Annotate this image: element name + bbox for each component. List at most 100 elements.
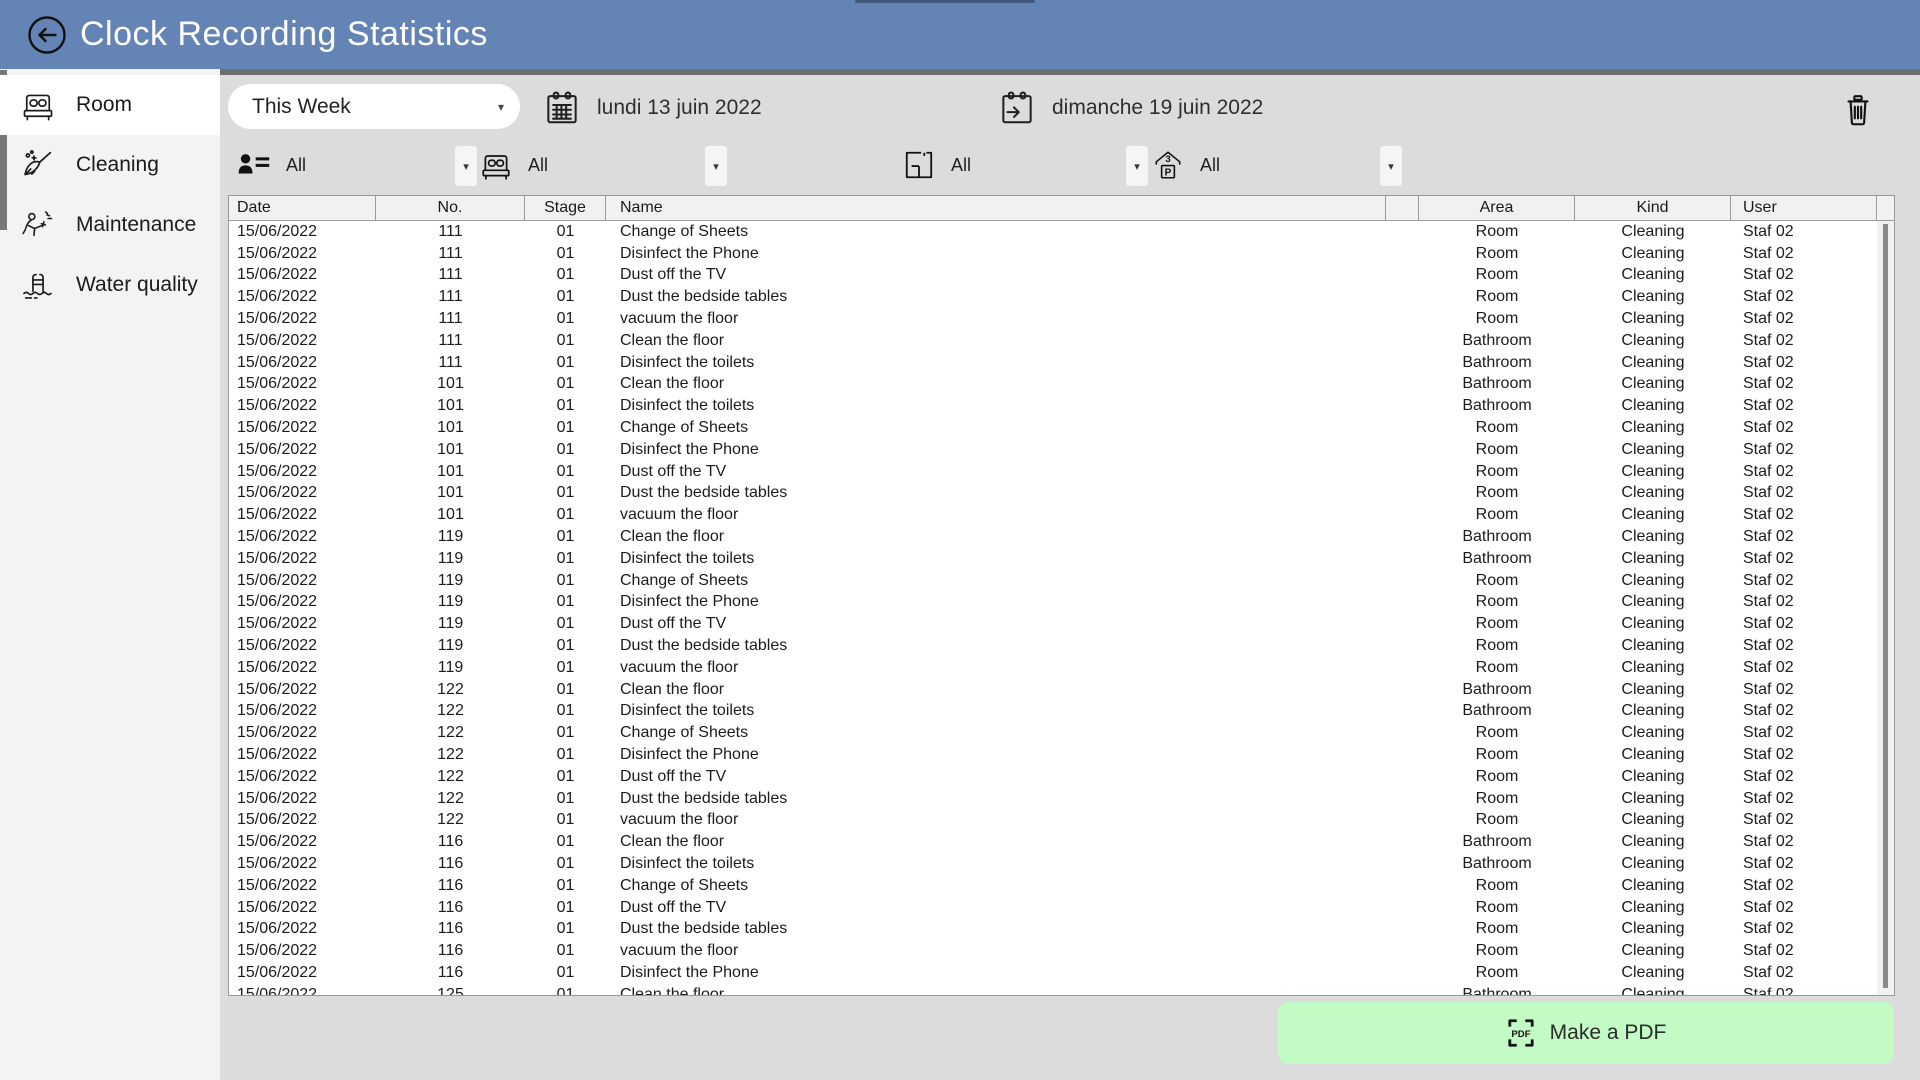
sidebar-item-room[interactable]: Room	[0, 75, 220, 135]
table-row[interactable]: 15/06/202212501Clean the floorBathroomCl…	[229, 984, 1894, 995]
table-row[interactable]: 15/06/202211901Dust the bedside tablesRo…	[229, 635, 1894, 657]
table-row[interactable]: 15/06/202211901vacuum the floorRoomClean…	[229, 657, 1894, 679]
table-row[interactable]: 15/06/202212201Dust the bedside tablesRo…	[229, 788, 1894, 810]
area-filter-value: All	[951, 155, 971, 176]
room-filter-value: All	[528, 155, 548, 176]
table-row[interactable]: 15/06/202210101Change of SheetsRoomClean…	[229, 417, 1894, 439]
table-row[interactable]: 15/06/202211901Dust off the TVRoomCleani…	[229, 613, 1894, 635]
column-header[interactable]: Area	[1419, 196, 1575, 220]
table-row[interactable]: 15/06/202211101Disinfect the PhoneRoomCl…	[229, 243, 1894, 265]
table-row[interactable]: 15/06/202211901Clean the floorBathroomCl…	[229, 526, 1894, 548]
table-cell: 15/06/2022	[229, 855, 376, 873]
column-header[interactable]: Stage	[525, 196, 606, 220]
table-row[interactable]: 15/06/202211901Disinfect the toiletsBath…	[229, 548, 1894, 570]
table-cell: Staf 02	[1731, 637, 1877, 655]
table-cell: 15/06/2022	[229, 266, 376, 284]
table-cell: 15/06/2022	[229, 811, 376, 829]
table-row[interactable]: 15/06/202212201Dust off the TVRoomCleani…	[229, 766, 1894, 788]
vertical-scrollbar[interactable]	[1877, 221, 1894, 995]
column-header[interactable]	[1386, 196, 1419, 220]
table-cell: 119	[376, 550, 525, 568]
table-row[interactable]: 15/06/202211101Clean the floorBathroomCl…	[229, 330, 1894, 352]
table-row[interactable]: 15/06/202211601Disinfect the PhoneRoomCl…	[229, 962, 1894, 984]
table-row[interactable]: 15/06/202210101Disinfect the PhoneRoomCl…	[229, 439, 1894, 461]
table-row[interactable]: 15/06/202211601Disinfect the toiletsBath…	[229, 853, 1894, 875]
table-row[interactable]: 15/06/202212201Clean the floorBathroomCl…	[229, 679, 1894, 701]
table-row[interactable]: 15/06/202210101Dust the bedside tablesRo…	[229, 483, 1894, 505]
room-filter-dropdown[interactable]: ▾	[705, 146, 727, 186]
table-cell: Room	[1419, 463, 1575, 481]
table-row[interactable]: 15/06/202211101Change of SheetsRoomClean…	[229, 221, 1894, 243]
table-row[interactable]: 15/06/202211101Disinfect the toiletsBath…	[229, 352, 1894, 374]
table-row[interactable]: 15/06/202210101vacuum the floorRoomClean…	[229, 504, 1894, 526]
table-cell: Clean the floor	[606, 375, 1386, 393]
table-row[interactable]: 15/06/202212201Disinfect the PhoneRoomCl…	[229, 744, 1894, 766]
make-pdf-button[interactable]: PDF Make a PDF	[1278, 1002, 1894, 1064]
table-row[interactable]: 15/06/202211101vacuum the floorRoomClean…	[229, 308, 1894, 330]
column-header[interactable]: No.	[376, 196, 525, 220]
table-row[interactable]: 15/06/202211101Dust the bedside tablesRo…	[229, 286, 1894, 308]
start-date-picker[interactable]: lundi 13 juin 2022	[543, 86, 762, 130]
table-row[interactable]: 15/06/202210101Clean the floorBathroomCl…	[229, 374, 1894, 396]
table-cell: 122	[376, 746, 525, 764]
clear-button[interactable]	[1841, 93, 1875, 131]
table-row[interactable]: 15/06/202210101Dust off the TVRoomCleani…	[229, 461, 1894, 483]
sidebar-item-maintenance[interactable]: Maintenance	[0, 195, 220, 255]
table-row[interactable]: 15/06/202212201vacuum the floorRoomClean…	[229, 810, 1894, 832]
table-cell: 125	[376, 986, 525, 995]
table-row[interactable]: 15/06/202212201Disinfect the toiletsBath…	[229, 701, 1894, 723]
table-cell: 15/06/2022	[229, 964, 376, 982]
table-cell: 01	[525, 550, 606, 568]
sidebar-item-cleaning[interactable]: Cleaning	[0, 135, 220, 195]
table-row[interactable]: 15/06/202211601Change of SheetsRoomClean…	[229, 875, 1894, 897]
table-cell: Room	[1419, 506, 1575, 524]
records-table: DateNo.StageNameAreaKindUser 15/06/20221…	[228, 195, 1895, 996]
table-row[interactable]: 15/06/202211901Disinfect the PhoneRoomCl…	[229, 592, 1894, 614]
table-row[interactable]: 15/06/202211601Clean the floorBathroomCl…	[229, 831, 1894, 853]
column-header[interactable]: Name	[606, 196, 1386, 220]
table-cell: 15/06/2022	[229, 702, 376, 720]
table-cell: Disinfect the Phone	[606, 441, 1386, 459]
room-filter[interactable]: All	[478, 144, 548, 186]
table-row[interactable]: 15/06/202211101Dust off the TVRoomCleani…	[229, 265, 1894, 287]
column-header[interactable]: Date	[229, 196, 376, 220]
table-row[interactable]: 15/06/202211601Dust the bedside tablesRo…	[229, 919, 1894, 941]
start-date-label: lundi 13 juin 2022	[597, 96, 762, 120]
table-cell: Staf 02	[1731, 942, 1877, 960]
table-row[interactable]: 15/06/202211601Dust off the TVRoomCleani…	[229, 897, 1894, 919]
table-row[interactable]: 15/06/202210101Disinfect the toiletsBath…	[229, 395, 1894, 417]
period-select[interactable]: This Week ▾	[228, 84, 520, 129]
vertical-scrollbar-thumb[interactable]	[1883, 224, 1888, 988]
column-header[interactable]: User	[1731, 196, 1877, 220]
table-cell: 15/06/2022	[229, 310, 376, 328]
table-cell: Room	[1419, 615, 1575, 633]
table-cell: Staf 02	[1731, 245, 1877, 263]
table-cell: 101	[376, 397, 525, 415]
table-row[interactable]: 15/06/202211901Change of SheetsRoomClean…	[229, 570, 1894, 592]
table-cell: 01	[525, 419, 606, 437]
table-cell: Staf 02	[1731, 354, 1877, 372]
area-filter[interactable]: All	[901, 144, 971, 186]
table-cell: Cleaning	[1575, 528, 1731, 546]
column-header[interactable]: Kind	[1575, 196, 1731, 220]
staff-filter-value: All	[286, 155, 306, 176]
table-cell: 15/06/2022	[229, 245, 376, 263]
floor-filter-dropdown[interactable]: ▾	[1380, 146, 1402, 186]
table-cell: Cleaning	[1575, 811, 1731, 829]
sidebar-item-water-quality[interactable]: Water quality	[0, 255, 220, 315]
end-date-picker[interactable]: dimanche 19 juin 2022	[998, 86, 1263, 130]
table-cell: Staf 02	[1731, 550, 1877, 568]
table-cell: Dust the bedside tables	[606, 790, 1386, 808]
table-cell: 15/06/2022	[229, 354, 376, 372]
chevron-down-icon: ▾	[1134, 160, 1140, 173]
table-cell: 119	[376, 593, 525, 611]
table-cell: 15/06/2022	[229, 637, 376, 655]
table-cell: 116	[376, 942, 525, 960]
table-row[interactable]: 15/06/202211601vacuum the floorRoomClean…	[229, 940, 1894, 962]
back-button[interactable]	[27, 15, 67, 55]
staff-filter-dropdown[interactable]: ▾	[455, 146, 477, 186]
table-row[interactable]: 15/06/202212201Change of SheetsRoomClean…	[229, 722, 1894, 744]
area-filter-dropdown[interactable]: ▾	[1126, 146, 1148, 186]
staff-filter[interactable]: All	[236, 144, 306, 186]
floor-filter[interactable]: 3 P All	[1150, 144, 1220, 186]
